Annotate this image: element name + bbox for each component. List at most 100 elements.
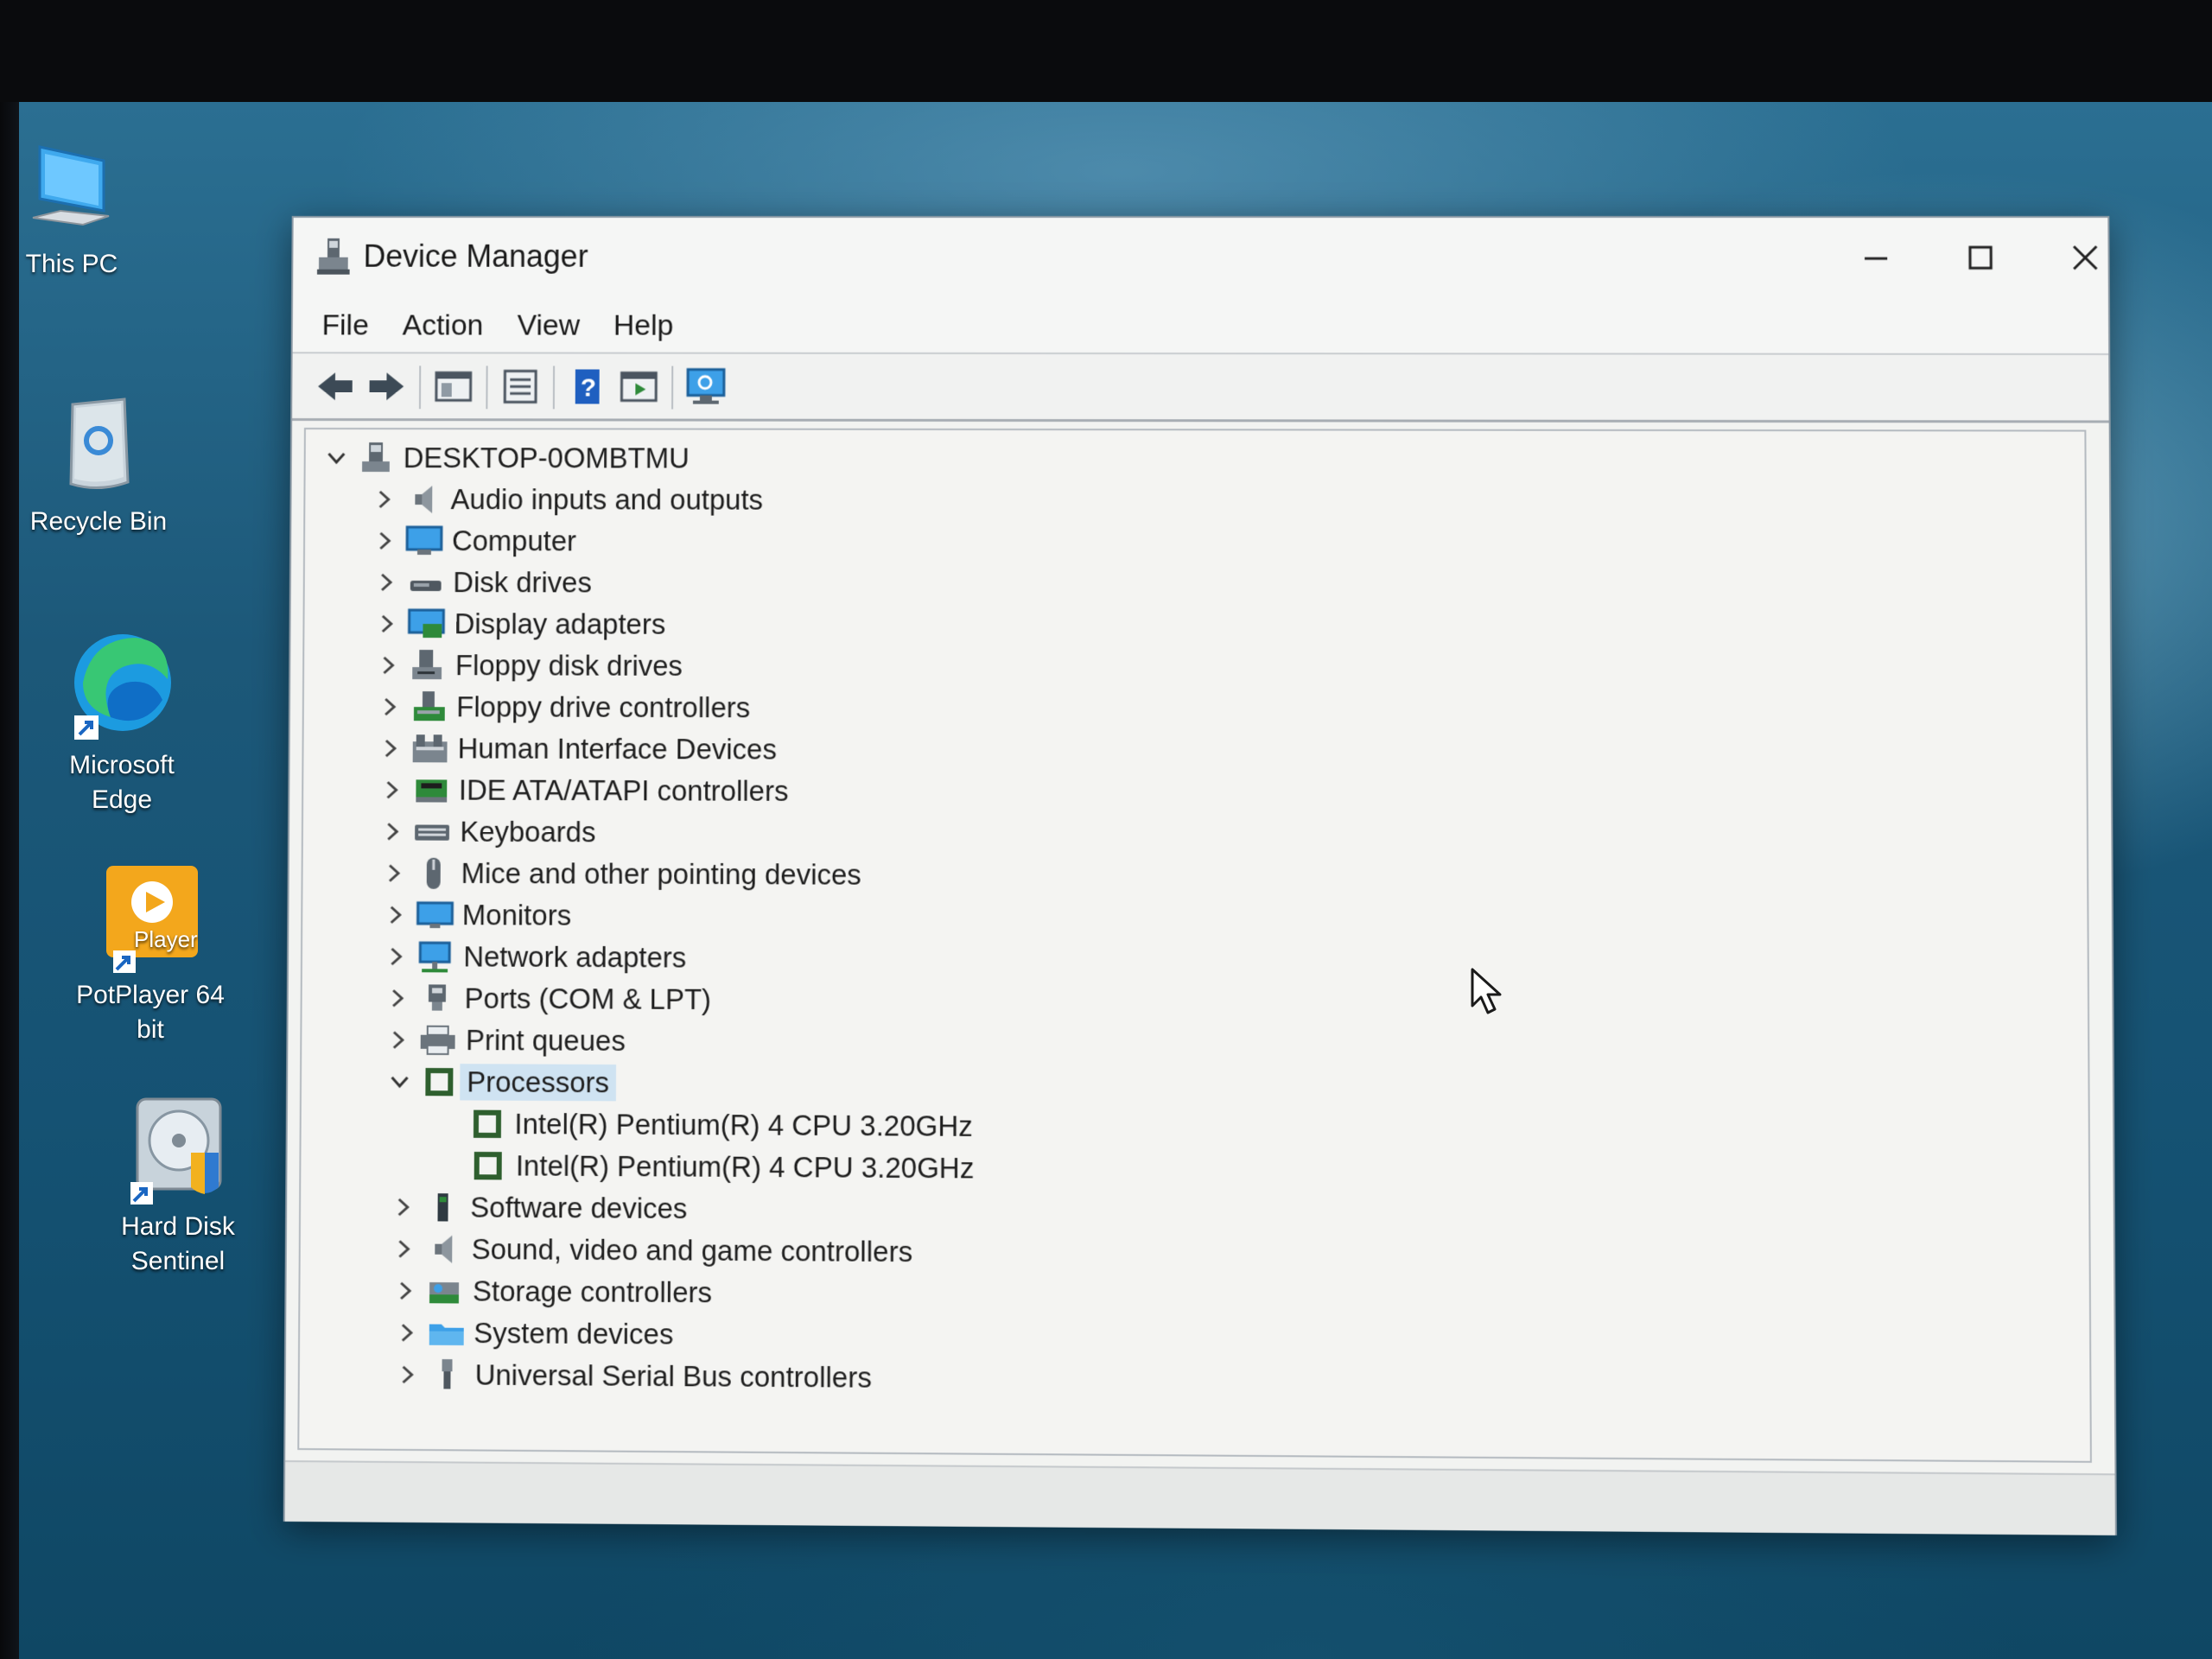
forward-button[interactable]: [365, 365, 407, 407]
tree-item-label: Universal Serial Bus controllers: [474, 1358, 872, 1394]
tree-item-category[interactable]: Keyboards: [378, 811, 596, 852]
expand-toggle[interactable]: [391, 1315, 422, 1351]
tree-item-category[interactable]: Display adapters: [372, 604, 665, 645]
mouse-cursor-icon: [1471, 968, 1502, 1014]
expand-toggle[interactable]: [375, 731, 406, 766]
tree-item-category[interactable]: Universal Serial Bus controllers: [392, 1355, 872, 1398]
expand-toggle[interactable]: [390, 1274, 421, 1309]
tree-item-category[interactable]: IDE ATA/ATAPI controllers: [376, 770, 789, 811]
desktop-icon-recycle-bin[interactable]: Recycle Bin: [21, 387, 176, 539]
chevron-right-icon: [377, 654, 399, 677]
tree-item-category[interactable]: Ports (COM & LPT): [382, 978, 711, 1020]
expand-toggle[interactable]: [389, 1231, 420, 1267]
software-device-icon: [423, 1190, 461, 1225]
disk-drive-icon: [407, 565, 445, 600]
tree-root-computer[interactable]: DESKTOP-0OMBTMU: [321, 438, 690, 479]
expand-toggle[interactable]: [372, 648, 404, 683]
expand-toggle[interactable]: [368, 482, 399, 517]
tree-item-label: System devices: [474, 1316, 674, 1351]
tree-item-label: Print queues: [465, 1023, 626, 1058]
expand-toggle[interactable]: [376, 772, 407, 807]
expand-toggle[interactable]: [381, 939, 412, 974]
device-manager-window: Device Manager File Action View Help ? D…: [283, 216, 2117, 1535]
expand-toggle[interactable]: [321, 441, 352, 475]
menu-file[interactable]: File: [321, 308, 369, 342]
minimize-button[interactable]: [1833, 230, 1920, 285]
processor-icon: [468, 1107, 506, 1142]
close-icon: [2071, 244, 2100, 271]
chevron-right-icon: [393, 1237, 416, 1260]
tree-item-category[interactable]: Software devices: [387, 1187, 688, 1229]
expand-toggle[interactable]: [383, 1022, 414, 1057]
scan-hardware-button[interactable]: [685, 366, 727, 408]
tree-item-label: Floppy disk drives: [454, 649, 683, 682]
chevron-right-icon: [394, 1280, 416, 1302]
properties-panel-icon: [435, 369, 473, 404]
tree-item-label: Floppy drive controllers: [456, 690, 751, 724]
expand-toggle[interactable]: [384, 1065, 415, 1099]
menu-help[interactable]: Help: [613, 309, 674, 343]
tree-item-category[interactable]: Storage controllers: [390, 1271, 712, 1313]
tree-item-category[interactable]: Print queues: [383, 1020, 626, 1061]
keyboard-icon: [413, 814, 451, 849]
run-button[interactable]: [618, 366, 659, 408]
back-button[interactable]: [315, 365, 356, 407]
tree-item-device[interactable]: Intel(R) Pentium(R) 4 CPU 3.20GHz: [432, 1103, 973, 1147]
menu-view[interactable]: View: [518, 309, 581, 343]
tree-item-category[interactable]: Processors: [384, 1062, 617, 1103]
tree-item-category[interactable]: Audio inputs and outputs: [368, 480, 763, 520]
menu-action[interactable]: Action: [403, 309, 484, 343]
menu-bar: File Action View Help: [292, 300, 2109, 355]
hard-disk-icon: [130, 1097, 222, 1205]
properties-panel-button[interactable]: [433, 365, 474, 407]
chevron-right-icon: [387, 823, 400, 842]
desktop-icon-hard-disk-sentinel[interactable]: Hard Disk Sentinel: [109, 1092, 247, 1279]
tree-item-category[interactable]: Mice and other pointing devices: [378, 853, 861, 894]
back-icon: [318, 372, 353, 401]
chevron-right-icon: [390, 906, 402, 924]
close-button[interactable]: [2042, 230, 2129, 285]
expand-toggle[interactable]: [379, 898, 410, 932]
processor-icon: [420, 1065, 458, 1100]
expand-toggle[interactable]: [378, 814, 409, 849]
toolbar: ?: [292, 353, 2109, 423]
expand-toggle[interactable]: [371, 565, 402, 600]
tree-item-category[interactable]: Computer: [370, 521, 577, 561]
tree-item-category[interactable]: Human Interface Devices: [375, 728, 777, 770]
chevron-right-icon: [389, 864, 401, 882]
tree-item-label: Ports (COM & LPT): [464, 982, 712, 1016]
monitor-icon: [416, 898, 454, 932]
details-button[interactable]: [499, 365, 541, 407]
tree-item-device[interactable]: Intel(R) Pentium(R) 4 CPU 3.20GHz: [433, 1146, 974, 1189]
tree-item-category[interactable]: System devices: [391, 1313, 674, 1355]
desktop-icon-this-pc[interactable]: This PC: [16, 138, 128, 282]
maximize-button[interactable]: [1937, 230, 2024, 285]
expand-toggle[interactable]: [392, 1357, 423, 1393]
expand-toggle[interactable]: [370, 524, 401, 558]
help-button[interactable]: ?: [567, 365, 608, 407]
tree-item-category[interactable]: Sound, video and game controllers: [389, 1229, 912, 1272]
desktop-icon-microsoft-edge[interactable]: Microsoft Edge: [48, 622, 195, 817]
chevron-right-icon: [375, 571, 397, 594]
tree-item-label: Computer: [451, 524, 577, 557]
expand-toggle[interactable]: [387, 1190, 418, 1225]
tree-item-category[interactable]: Floppy disk drives: [372, 645, 683, 686]
tree-item-label: Processors: [460, 1064, 617, 1102]
tree-item-category[interactable]: Disk drives: [371, 563, 592, 603]
chevron-right-icon: [395, 1321, 417, 1344]
expand-toggle[interactable]: [378, 855, 410, 890]
tree-item-category[interactable]: Floppy drive controllers: [374, 687, 751, 728]
maximize-icon: [1967, 245, 1993, 270]
expand-toggle[interactable]: [372, 607, 403, 641]
mouse-icon: [415, 856, 453, 891]
tree-item-label: Network adapters: [463, 940, 687, 974]
tree-item-category[interactable]: Network adapters: [381, 937, 687, 978]
expand-toggle[interactable]: [374, 690, 405, 724]
device-tree[interactable]: DESKTOP-0OMBTMU Audio inputs and outputs C…: [297, 428, 2092, 1463]
toolbar-separator: [418, 365, 422, 410]
title-bar[interactable]: Device Manager: [293, 217, 2108, 302]
expand-toggle[interactable]: [382, 981, 413, 1015]
tree-item-category[interactable]: Monitors: [379, 895, 571, 936]
expand-toggle: [432, 1106, 463, 1141]
desktop-icon-potplayer[interactable]: Player PotPlayer 64 bit: [73, 861, 228, 1047]
